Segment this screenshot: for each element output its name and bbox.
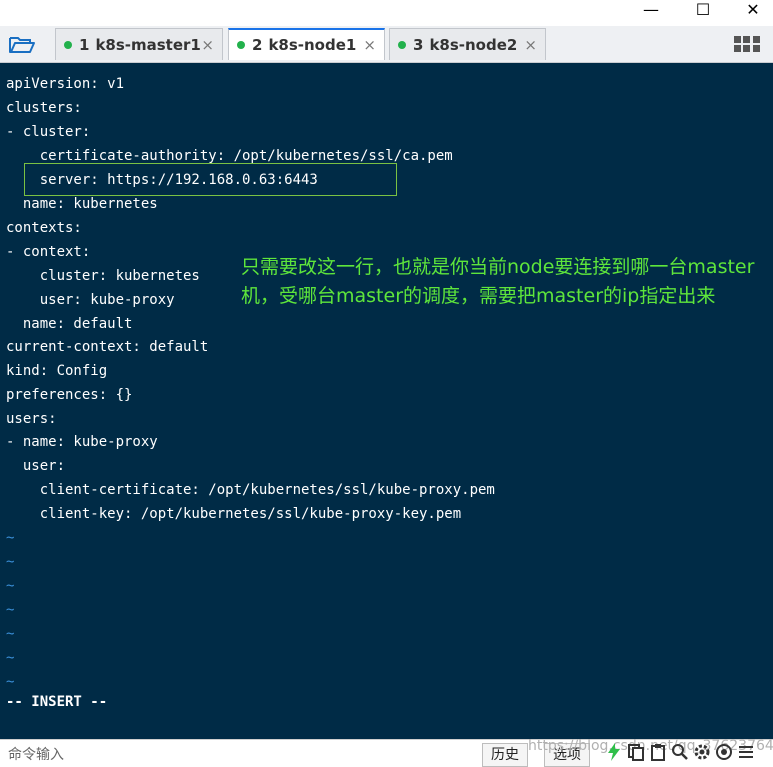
- target-icon[interactable]: [714, 742, 734, 762]
- terminal-line: users:: [6, 411, 57, 427]
- terminal-line: kind: Config: [6, 363, 108, 379]
- tab-k8s-node2[interactable]: 3 k8s-node2 ×: [389, 28, 546, 60]
- tab-number: 2: [252, 36, 263, 54]
- status-toolbar: [604, 742, 756, 762]
- connected-status-icon: [398, 40, 406, 49]
- history-button[interactable]: 历史: [482, 743, 528, 767]
- vim-mode-indicator: -- INSERT --: [6, 694, 108, 710]
- terminal-line: apiVersion: v1: [6, 76, 125, 92]
- status-bar: 命令输入 历史 选项 https://blog.csdn.net/qq_3762…: [0, 738, 773, 767]
- terminal-line: clusters:: [6, 100, 82, 116]
- empty-line-marker: ~: [6, 578, 15, 594]
- terminal-line: - cluster:: [6, 124, 91, 140]
- menu-icon[interactable]: [736, 742, 756, 762]
- connected-status-icon: [237, 41, 245, 49]
- terminal-line: cluster: kubernetes: [6, 268, 200, 284]
- gear-icon[interactable]: [692, 742, 712, 762]
- annotation-note: 只需要改这一行，也就是你当前node要连接到哪一台master机，受哪台mast…: [241, 256, 755, 307]
- terminal-line: client-key: /opt/kubernetes/ssl/kube-pro…: [6, 506, 462, 522]
- grid-view-icon[interactable]: [733, 34, 761, 54]
- terminal-line: current-context: default: [6, 339, 209, 355]
- lightning-icon[interactable]: [604, 742, 624, 762]
- empty-line-marker: ~: [6, 650, 15, 666]
- server-line-highlight: [24, 163, 397, 196]
- empty-line-marker: ~: [6, 602, 15, 618]
- terminal-line: - name: kube-proxy: [6, 434, 158, 450]
- terminal-line: user:: [6, 458, 66, 474]
- empty-line-marker: ~: [6, 554, 15, 570]
- tab-k8s-master1[interactable]: 1 k8s-master1 ×: [55, 28, 223, 60]
- tab-number: 3: [413, 35, 424, 54]
- tab-close-icon[interactable]: ×: [201, 36, 214, 54]
- terminal-line: - context:: [6, 244, 91, 260]
- tab-label: k8s-node2: [429, 35, 518, 54]
- minimize-button[interactable]: —: [628, 0, 674, 24]
- terminal-line: preferences: {}: [6, 387, 133, 403]
- terminal-line: name: kubernetes: [6, 196, 158, 212]
- search-icon[interactable]: [670, 742, 690, 762]
- connected-status-icon: [64, 40, 72, 49]
- empty-line-marker: ~: [6, 626, 15, 642]
- tab-close-icon[interactable]: ×: [524, 36, 537, 54]
- maximize-button[interactable]: ☐: [680, 0, 726, 24]
- tab-close-icon[interactable]: ×: [363, 36, 376, 54]
- terminal-line: contexts:: [6, 220, 82, 236]
- open-folder-icon[interactable]: [8, 34, 36, 54]
- terminal-line: name: default: [6, 316, 133, 332]
- empty-line-marker: ~: [6, 530, 15, 546]
- terminal-line: user: kube-proxy: [6, 292, 175, 308]
- command-input-label[interactable]: 命令输入: [8, 744, 64, 764]
- tab-number: 1: [79, 35, 90, 54]
- title-bar: — ☐ ✕: [0, 0, 773, 28]
- terminal-line: client-certificate: /opt/kubernetes/ssl/…: [6, 482, 495, 498]
- empty-line-marker: ~: [6, 674, 15, 690]
- close-window-button[interactable]: ✕: [730, 0, 773, 24]
- tab-k8s-node1[interactable]: 2 k8s-node1 ×: [228, 28, 385, 60]
- tab-bar: 1 k8s-master1 × 2 k8s-node1 × 3 k8s-node…: [0, 26, 773, 63]
- tab-label: k8s-node1: [268, 36, 357, 54]
- copy-icon[interactable]: [626, 742, 646, 762]
- paste-icon[interactable]: [648, 742, 668, 762]
- tab-label: k8s-master1: [95, 35, 201, 54]
